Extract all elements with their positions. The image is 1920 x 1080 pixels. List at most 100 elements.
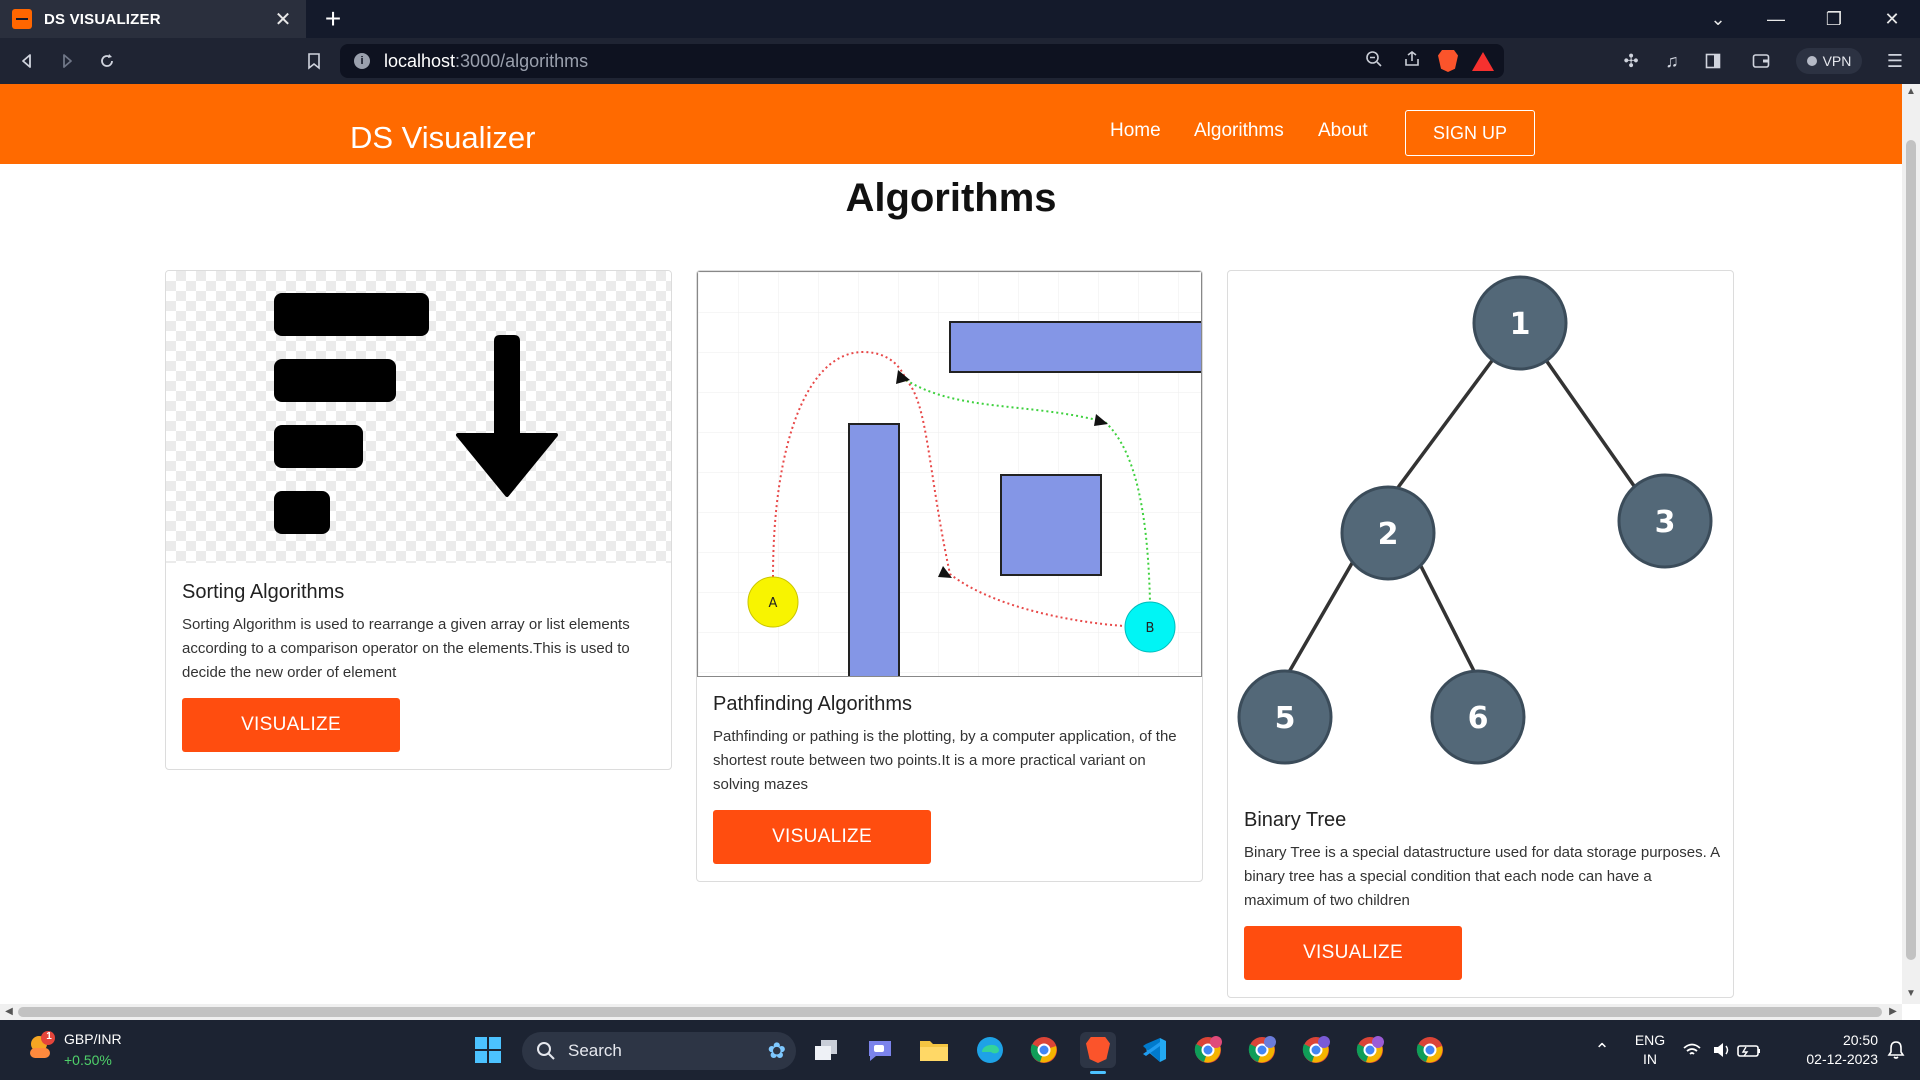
card-pathfinding: A B Pathfinding Algorithms Pathfinding o… [696,270,1203,882]
vertical-scroll-thumb[interactable] [1906,140,1916,960]
ticker-name[interactable]: GBP/INR [64,1030,122,1049]
sort-descending-icon [274,293,558,534]
site-brand[interactable]: DS Visualizer [350,120,536,156]
zoom-icon[interactable] [1362,50,1386,73]
url-host: localhost [384,50,456,71]
search-highlight-icon: ✿ [767,1038,786,1063]
chrome-secondary-icon[interactable] [1412,1032,1448,1068]
wallet-icon[interactable] [1746,46,1776,76]
browser-toolbar: i localhost:3000/algorithms ✣ ♫ VPN ☰ [0,38,1920,84]
tree-node-label: 3 [1655,505,1676,540]
brave-shields-icon[interactable] [1438,50,1458,72]
card-title: Pathfinding Algorithms [713,693,913,715]
browser-tab[interactable]: DS VISUALIZER ✕ [0,0,306,38]
clock-time: 20:50 [1842,1032,1878,1048]
visualize-binary-tree-button[interactable]: VISUALIZE [1244,926,1462,980]
close-tab-icon[interactable]: ✕ [272,7,294,32]
card-title: Sorting Algorithms [182,581,345,603]
sidebar-icon[interactable] [1698,46,1728,76]
media-icon[interactable]: ♫ [1657,46,1687,76]
minimize-button[interactable]: — [1748,0,1804,38]
vpn-button[interactable]: VPN [1796,48,1862,74]
binary-tree-diagram: 1 2 3 5 6 [1237,275,1713,765]
taskbar-search[interactable]: Search ✿ [522,1032,796,1070]
horizontal-scrollbar[interactable]: ◀ ▶ [0,1004,1902,1020]
card-description: Pathfinding or pathing is the plotting, … [713,728,1177,793]
weather-widget-icon[interactable]: 1 [22,1030,56,1064]
card-title: Binary Tree [1244,809,1347,831]
language-indicator[interactable]: ENG IN [1630,1031,1670,1069]
chrome-browser-icon[interactable] [1026,1032,1062,1068]
share-icon[interactable] [1400,50,1424,73]
clock-date: 02-12-2023 [1806,1051,1878,1067]
tray-overflow-chevron-icon[interactable]: ⌃ [1584,1032,1620,1068]
brave-rewards-icon[interactable] [1472,51,1494,71]
teams-chat-icon[interactable] [862,1032,898,1068]
search-icon [537,1042,555,1060]
bookmark-icon[interactable] [299,46,329,76]
tree-node-label: 6 [1468,701,1489,736]
scroll-down-arrow-icon[interactable]: ▼ [1902,988,1920,999]
url-path: :3000/algorithms [455,50,589,71]
language-bottom: IN [1643,1051,1657,1067]
site-info-icon[interactable]: i [354,53,370,69]
binary-tree-image: 1 2 3 5 6 [1228,271,1733,791]
visualize-sorting-button[interactable]: VISUALIZE [182,698,400,752]
horizontal-scroll-thumb[interactable] [18,1007,1882,1017]
edge-browser-icon[interactable] [972,1032,1008,1068]
tree-node-label: 2 [1378,517,1399,552]
menu-icon[interactable]: ☰ [1880,46,1910,76]
page-viewport: DS Visualizer Home Algorithms About SIGN… [0,84,1902,1004]
nav-link-about[interactable]: About [1318,120,1368,142]
card-description: Binary Tree is a special datastructure u… [1244,844,1720,909]
vscode-icon[interactable] [1136,1032,1172,1068]
site-navbar: DS Visualizer Home Algorithms About SIGN… [0,84,1902,164]
browser-tab-bar: DS VISUALIZER ✕ + ⌄ — ❐ ✕ [0,0,1920,38]
close-window-button[interactable]: ✕ [1864,0,1920,38]
nav-link-algorithms[interactable]: Algorithms [1194,120,1284,142]
address-bar[interactable]: i localhost:3000/algorithms [340,44,1504,78]
language-top: ENG [1634,1032,1666,1048]
tree-node-label: 5 [1275,701,1296,736]
taskbar: 1 GBP/INR +0.50% Search ✿ ⌃ ENG IN 20:50… [0,1020,1920,1080]
signup-button[interactable]: SIGN UP [1405,110,1535,156]
restore-button[interactable]: ❐ [1806,0,1862,38]
clock[interactable]: 20:50 02-12-2023 [1782,1031,1878,1069]
chrome-profile-s-icon[interactable] [1244,1032,1280,1068]
sorting-image [166,271,671,563]
ticker-badge: 1 [46,1031,52,1042]
start-button[interactable] [470,1032,506,1068]
pathfinding-image: A B [697,271,1202,679]
back-button[interactable] [12,46,42,76]
marker-b-label: B [1146,621,1155,636]
task-view-icon[interactable] [808,1032,844,1068]
new-tab-button[interactable]: + [318,4,348,34]
nav-link-home[interactable]: Home [1110,120,1161,142]
chrome-profile-a-icon[interactable] [1352,1032,1388,1068]
vpn-status-icon [1806,56,1817,66]
pathfinding-diagram: A B [698,272,1202,679]
system-tray[interactable] [1680,1032,1770,1068]
scroll-right-arrow-icon[interactable]: ▶ [1884,1006,1902,1017]
scroll-up-arrow-icon[interactable]: ▲ [1902,86,1920,97]
scroll-left-arrow-icon[interactable]: ◀ [0,1006,18,1017]
forward-button[interactable] [52,46,82,76]
ticker-change: +0.50% [64,1052,112,1068]
search-label: Search [568,1041,622,1060]
tab-list-chevron-icon[interactable]: ⌄ [1690,0,1746,38]
reload-button[interactable] [92,46,122,76]
marker-a-label: A [769,596,778,611]
extensions-icon[interactable]: ✣ [1616,46,1646,76]
brave-browser-icon[interactable] [1080,1032,1116,1074]
tree-node-label: 1 [1510,307,1531,342]
visualize-pathfinding-button[interactable]: VISUALIZE [713,810,931,864]
notifications-bell-icon[interactable] [1878,1032,1914,1068]
vertical-scrollbar[interactable]: ▲ ▼ [1902,84,1920,1004]
vpn-label: VPN [1822,53,1852,69]
site-favicon-icon [12,9,32,29]
chrome-profile-r-icon[interactable] [1298,1032,1334,1068]
file-explorer-icon[interactable] [916,1032,952,1068]
chrome-profile-t-icon[interactable] [1190,1032,1226,1068]
card-sorting: Sorting Algorithms Sorting Algorithm is … [165,270,672,770]
card-binary-tree: 1 2 3 5 6 Binary Tree Binary Tree is a s… [1227,270,1734,998]
